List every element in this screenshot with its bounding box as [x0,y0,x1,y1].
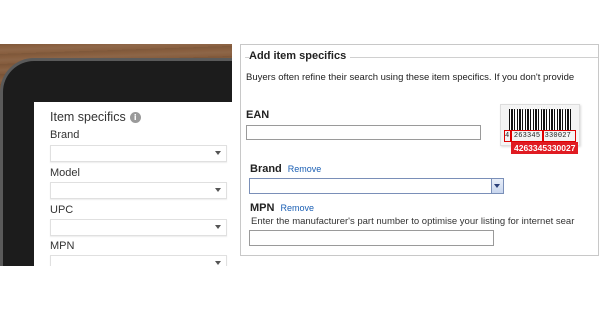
brand-label: Brand [50,129,80,141]
chevron-down-icon [215,188,221,192]
add-item-specifics-panel: Add item specifics Buyers often refine t… [240,44,599,256]
ean-label: EAN [246,109,270,121]
mpn-dropdown[interactable] [50,255,227,266]
tablet-screen: Item specifics i Brand Model UPC MPN [34,102,232,266]
barcode-image: 4 263345 330027 [500,104,580,146]
mpn-label: MPN [50,240,75,252]
mpn-input[interactable] [249,230,494,246]
chevron-down-icon[interactable] [491,179,503,193]
model-label: Model [50,167,80,179]
add-item-specifics-legend: Add item specifics [249,50,351,62]
mpn-heading: MPN Remove [250,202,314,214]
mpn-label: MPN [250,202,275,214]
brand-remove-link[interactable]: Remove [288,164,322,174]
intro-text: Buyers often refine their search using t… [246,72,575,83]
highlight-box [511,130,543,142]
item-specifics-title: Item specifics [50,110,126,124]
highlight-box [504,130,511,142]
brand-dropdown[interactable] [50,145,227,162]
highlight-box [543,130,576,142]
ean-input[interactable] [246,125,481,140]
mpn-description: Enter the manufacturer's part number to … [251,216,575,227]
ean-number-badge: 4263345330027 [511,142,579,154]
chevron-down-icon [215,261,221,265]
tablet-photo: Item specifics i Brand Model UPC MPN [0,44,232,266]
upc-label: UPC [50,204,74,216]
upc-dropdown[interactable] [50,219,227,236]
item-specifics-heading: Item specifics i [50,110,141,124]
model-dropdown[interactable] [50,182,227,199]
brand-select[interactable] [249,178,504,194]
brand-label: Brand [250,163,282,175]
info-icon[interactable]: i [129,112,141,123]
chevron-down-icon [215,225,221,229]
barcode-bars [509,109,571,131]
chevron-down-icon [215,151,221,155]
mpn-remove-link[interactable]: Remove [280,203,314,213]
brand-heading: Brand Remove [250,163,321,175]
